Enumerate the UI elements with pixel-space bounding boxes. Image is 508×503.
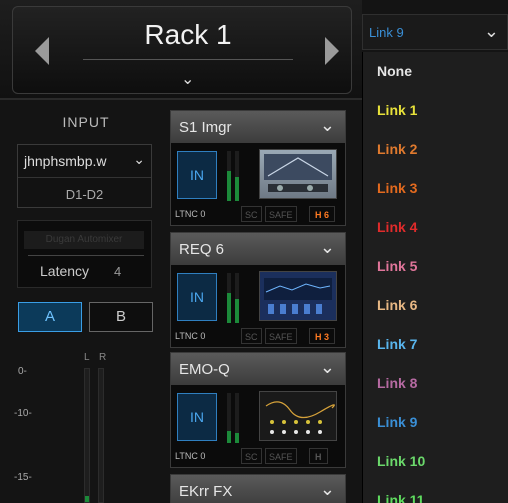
plugin-footer: LTNC 0 SC SAFE H 3	[171, 327, 345, 345]
in-button[interactable]: IN	[177, 273, 217, 321]
input-channels: D1-D2	[65, 187, 104, 202]
scale-mark: -10-	[14, 408, 32, 419]
plugin-meter	[235, 393, 239, 443]
plugin-slot: REQ 6 ⌄ IN LTNC 0 SC SAFE H 3	[170, 232, 346, 348]
sc-tag[interactable]: SC	[241, 328, 262, 344]
safe-tag[interactable]: SAFE	[265, 328, 297, 344]
plugin-thumbnail[interactable]	[259, 271, 337, 321]
link-option-4[interactable]: Link 4	[363, 208, 508, 247]
link-option-11[interactable]: Link 11	[363, 481, 508, 503]
chevron-down-icon[interactable]: ⌄	[320, 357, 335, 378]
rack-title: Rack 1	[144, 19, 232, 50]
in-button[interactable]: IN	[177, 151, 217, 199]
plugin-name: S1 Imgr	[179, 119, 232, 136]
link-option-7[interactable]: Link 7	[363, 325, 508, 364]
safe-tag[interactable]: SAFE	[265, 448, 297, 464]
plugin-meter	[235, 273, 239, 323]
next-rack-arrow-icon[interactable]	[325, 37, 339, 65]
rack-header: Rack 1 ⌄	[0, 0, 362, 100]
link-menu: None Link 1 Link 2 Link 3 Link 4 Link 5 …	[362, 52, 508, 503]
plugin-name: REQ 6	[179, 241, 225, 258]
chevron-down-icon[interactable]: ⌄	[320, 115, 335, 136]
divider	[28, 255, 144, 256]
level-meter-left	[84, 368, 90, 503]
latency-label: Latency	[40, 263, 90, 279]
link-selected-value: Link 9	[369, 25, 404, 40]
plugin-meter	[227, 273, 231, 323]
plugin-latency: LTNC 0	[175, 209, 206, 219]
input-source-name: jhnphsmbp.w	[24, 153, 107, 169]
link-option-6[interactable]: Link 6	[363, 286, 508, 325]
input-source-selector[interactable]: jhnphsmbp.w ⌄ D1-D2	[17, 144, 152, 208]
plugin-footer: LTNC 0 SC SAFE H	[171, 447, 345, 465]
link-option-none[interactable]: None	[363, 52, 508, 91]
prev-rack-arrow-icon[interactable]	[35, 37, 49, 65]
plugin-footer: LTNC 0 SC SAFE H 6	[171, 205, 345, 223]
rack-selector: Rack 1 ⌄	[12, 6, 352, 94]
plugin-slot: EMO-Q ⌄ IN LTNC 0 SC SAFE H	[170, 352, 346, 468]
meter-right-label: R	[99, 352, 107, 363]
chevron-down-icon[interactable]: ⌄	[320, 479, 335, 500]
sc-tag[interactable]: SC	[241, 448, 262, 464]
b-button[interactable]: B	[89, 302, 153, 332]
plugin-latency: LTNC 0	[175, 451, 206, 461]
sc-tag[interactable]: SC	[241, 206, 262, 222]
plugin-thumbnail[interactable]	[259, 149, 337, 199]
link-option-1[interactable]: Link 1	[363, 91, 508, 130]
plugin-meter	[227, 393, 231, 443]
level-meter-right	[98, 368, 104, 503]
link-option-2[interactable]: Link 2	[363, 130, 508, 169]
in-button[interactable]: IN	[177, 393, 217, 441]
plugin-header[interactable]: S1 Imgr ⌄	[171, 111, 345, 143]
h-tag: H 6	[309, 206, 336, 222]
h-tag: H	[309, 448, 328, 464]
link-option-5[interactable]: Link 5	[363, 247, 508, 286]
link-option-8[interactable]: Link 8	[363, 364, 508, 403]
latency-value: 4	[114, 264, 122, 279]
chevron-down-icon: ⌄	[483, 21, 499, 41]
plugin-header[interactable]: EMO-Q ⌄	[171, 353, 345, 385]
scale-mark: 0-	[18, 366, 27, 377]
chevron-down-icon[interactable]: ⌄	[320, 237, 335, 258]
chevron-down-icon[interactable]: ⌄	[181, 69, 194, 89]
plugin-meter	[235, 151, 239, 201]
link-option-3[interactable]: Link 3	[363, 169, 508, 208]
plugin-header[interactable]: EKrr FX ⌄	[171, 475, 345, 503]
link-option-10[interactable]: Link 10	[363, 442, 508, 481]
input-heading: INPUT	[62, 114, 110, 130]
plugin-latency: LTNC 0	[175, 331, 206, 341]
scale-mark: -15-	[14, 472, 32, 483]
a-button[interactable]: A	[18, 302, 82, 332]
dugan-automixer-button[interactable]: Dugan Automixer	[24, 231, 144, 249]
plugin-header[interactable]: REQ 6 ⌄	[171, 233, 345, 265]
divider	[18, 177, 151, 178]
link-option-9[interactable]: Link 9	[363, 403, 508, 442]
plugin-slot: EKrr FX ⌄	[170, 474, 346, 503]
link-dropdown[interactable]: Link 9 ⌄	[362, 14, 508, 50]
plugin-name: EKrr FX	[179, 483, 233, 500]
plugin-meter	[227, 151, 231, 201]
chevron-down-icon: ⌄	[133, 151, 145, 167]
plugin-thumbnail[interactable]	[259, 391, 337, 441]
safe-tag[interactable]: SAFE	[265, 206, 297, 222]
latency-panel: Dugan Automixer Latency 4	[17, 220, 152, 288]
title-divider	[83, 59, 293, 60]
meter-left-label: L	[84, 352, 90, 363]
h-tag: H 3	[309, 328, 336, 344]
plugin-slot: S1 Imgr ⌄ IN LTNC 0 SC SAFE H 6	[170, 110, 346, 226]
plugin-name: EMO-Q	[179, 361, 230, 378]
